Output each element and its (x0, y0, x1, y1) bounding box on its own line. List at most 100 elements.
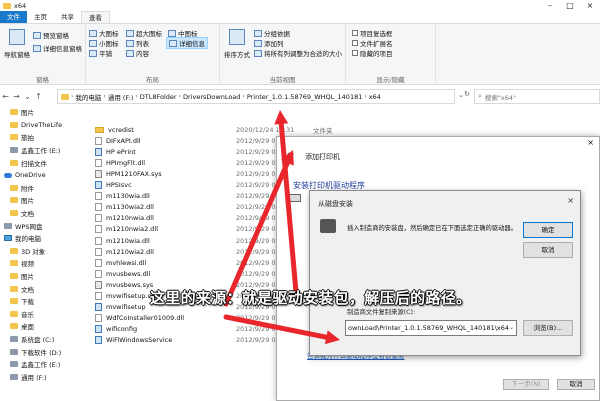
sidebar-item[interactable]: 音乐 (0, 308, 93, 321)
sidebar-item-label: 系统盘 (C:) (21, 335, 55, 344)
sidebar-item[interactable]: 附件 (0, 182, 93, 195)
add-columns-button[interactable]: 添加列 (254, 38, 284, 48)
chevron-down-icon[interactable]: ⌄ (22, 92, 33, 101)
ribbon-group-panes: 导航窗格 预览窗格 详细信息窗格 窗格 (0, 24, 86, 85)
sidebar-item-label: 我的电脑 (15, 235, 41, 244)
sidebar-item[interactable]: 孟鑫工作 (E:) (0, 358, 93, 371)
file-row[interactable]: vcredist 2020/12/24 14:31 文件夹 (95, 124, 395, 135)
address-dropdown-icon[interactable]: ⌄ (458, 91, 464, 99)
layout-content[interactable]: 内容 (126, 48, 149, 58)
sidebar-item[interactable]: 系统盘 (C:) (0, 333, 93, 346)
file-name-cell: mvwifisetup (95, 303, 146, 312)
search-input[interactable]: ⌕ 搜索"x64" (474, 89, 600, 104)
file-name-cell: mvhlewsi.dll (95, 258, 146, 267)
nav-pane-button[interactable]: 导航窗格 (3, 29, 31, 59)
item-checkboxes-toggle[interactable]: 项目复选框 (352, 28, 393, 38)
size-columns-label: 将所有列调整为合适的大小 (264, 50, 342, 58)
tab-view[interactable]: 查看 (81, 11, 110, 23)
file-name: WdfCoInstaller01009.dll (106, 314, 185, 323)
file-name-cell: vcredist (95, 126, 134, 134)
layout-large-icons[interactable]: 大图标 (89, 28, 119, 38)
sidebar-item[interactable]: 桌面 (0, 320, 93, 333)
sort-by-button[interactable]: 排序方式 (224, 29, 250, 59)
back-arrow-icon[interactable]: ← (287, 150, 295, 160)
sidebar-item[interactable]: 通用 (F:) (0, 370, 93, 383)
sidebar-item[interactable]: DriveTheLife (0, 119, 93, 132)
layout-list[interactable]: 列表 (126, 38, 149, 48)
file-name: wificonfig (106, 325, 138, 334)
tab-home[interactable]: 主页 (27, 11, 54, 23)
tab-file[interactable]: 文件 (0, 11, 27, 23)
ok-button[interactable]: 确定 (523, 222, 573, 238)
breadcrumb-item[interactable]: x64 (369, 93, 381, 101)
layout-details[interactable]: 详细信息 (166, 37, 208, 49)
refresh-icon[interactable]: ↻ (464, 90, 470, 98)
sidebar-item[interactable]: 我的电脑 (0, 232, 93, 245)
breadcrumb-item[interactable]: DriversDownLoad (183, 93, 240, 101)
back-arrow-icon[interactable]: ← (0, 92, 11, 101)
file-name-cell: mvusbews.sys (95, 280, 153, 289)
minimize-button[interactable]: – (540, 1, 560, 10)
layout-label: 超大图标 (136, 30, 162, 38)
sidebar-item[interactable]: 扫描文件 (0, 156, 93, 169)
sidebar-item[interactable]: 下载 (0, 295, 93, 308)
source-path-input[interactable]: ownLoad\Printer_1.0.1.58769_WHQL_140181\… (345, 320, 517, 336)
sidebar-item[interactable]: WPS网盘 (0, 219, 93, 232)
layout-tiles[interactable]: 平铺 (89, 48, 112, 58)
explorer-titlebar: x64 – □ × (0, 0, 600, 11)
sidebar-item[interactable]: 下载软件 (D:) (0, 345, 93, 358)
chevron-down-icon[interactable]: ⌄ (509, 321, 514, 335)
sidebar-item[interactable]: 旅拍 (0, 131, 93, 144)
details-pane-button[interactable]: 详细信息窗格 (33, 43, 82, 53)
search-icon: ⌕ (478, 92, 482, 100)
breadcrumb-item[interactable]: 我的电脑 (75, 92, 101, 102)
breadcrumb-item[interactable]: DTL8Folder (140, 93, 177, 101)
dll-file-icon (95, 203, 102, 212)
group-by-button[interactable]: 分组依据 (254, 28, 290, 38)
sidebar-item[interactable]: 文档 (0, 282, 93, 295)
breadcrumb-item[interactable]: Printer_1.0.1.58769_WHQL_140181 (247, 93, 363, 101)
size-columns-button[interactable]: 将所有列调整为合适的大小 (254, 48, 342, 58)
layout-extra-large[interactable]: 超大图标 (126, 28, 162, 38)
cancel-button[interactable]: 取消 (523, 242, 573, 258)
sidebar-item[interactable]: 图片 (0, 106, 93, 119)
sidebar-item[interactable]: 3D 对象 (0, 245, 93, 258)
maximize-button[interactable]: □ (560, 1, 580, 10)
hidden-items-toggle[interactable]: 隐藏的项目 (352, 48, 393, 58)
tab-share[interactable]: 共享 (54, 11, 81, 23)
sidebar-item[interactable]: 孟鑫工作 (E:) (0, 144, 93, 157)
file-name: HP ePrint (106, 147, 136, 156)
dll-file-icon (95, 269, 102, 278)
file-extensions-toggle[interactable]: 文件扩展名 (352, 38, 393, 48)
close-icon[interactable]: × (587, 138, 594, 147)
browse-button[interactable]: 浏览(B)... (523, 320, 573, 336)
address-bar-row: ← → ⌄ ↑ › 我的电脑 › 通用 (F:) › DTL8Folder › … (0, 86, 600, 106)
next-button[interactable]: 下一步(N) (503, 379, 549, 390)
forward-arrow-icon[interactable]: → (11, 92, 22, 101)
close-button[interactable]: × (580, 1, 600, 10)
preview-pane-button[interactable]: 预览窗格 (33, 30, 69, 40)
sidebar-item[interactable]: 图片 (0, 270, 93, 283)
close-icon[interactable]: × (567, 196, 574, 205)
sidebar-item-label: DriveTheLife (21, 120, 63, 129)
layout-small-icons[interactable]: 小图标 (89, 38, 119, 48)
sidebar-item[interactable]: 视频 (0, 257, 93, 270)
sidebar-item[interactable]: OneDrive (0, 169, 93, 182)
small-icons-icon (89, 39, 97, 47)
nav-pane-icon (9, 29, 25, 45)
item-checkboxes-label: 项目复选框 (360, 30, 393, 38)
sidebar-item[interactable]: 文档 (0, 207, 93, 220)
sidebar-item[interactable]: 图片 (0, 194, 93, 207)
group-icon (254, 29, 262, 37)
sidebar-item-label: 孟鑫工作 (E:) (21, 147, 61, 156)
breadcrumb-item[interactable]: 通用 (F:) (108, 92, 134, 102)
checkbox-icon (352, 50, 358, 56)
dll-file-icon (95, 292, 102, 300)
cancel-button[interactable]: 取消 (557, 379, 595, 390)
address-bar[interactable]: › 我的电脑 › 通用 (F:) › DTL8Folder › DriversD… (57, 89, 455, 104)
file-name-cell: mvwifisetup.dll (95, 292, 155, 300)
dll-file-icon (95, 225, 102, 234)
sidebar-item-label: 附件 (21, 184, 34, 193)
tiles-icon (89, 49, 97, 57)
up-arrow-icon[interactable]: ↑ (33, 92, 44, 101)
